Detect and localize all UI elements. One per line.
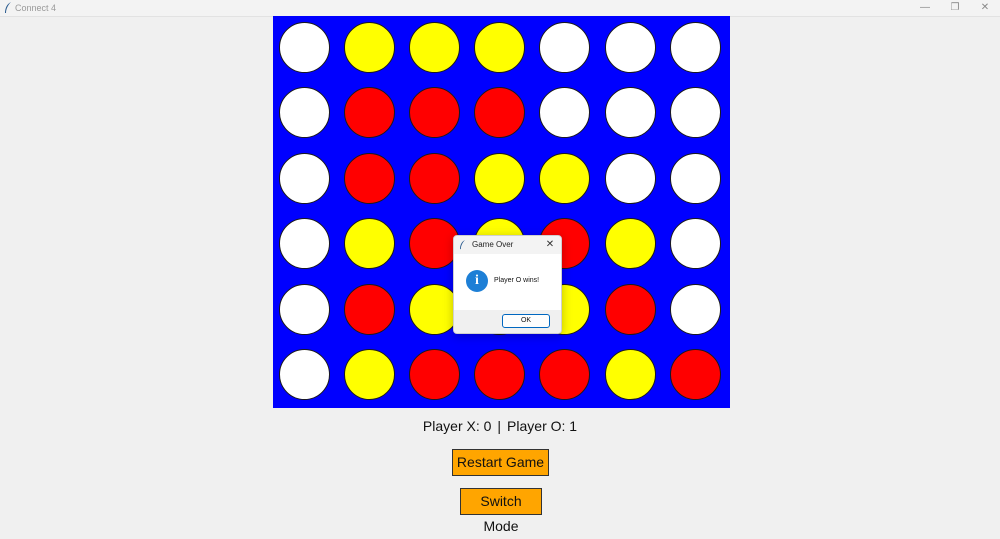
ok-button[interactable]: OK (502, 314, 550, 328)
board-cell-empty[interactable] (669, 283, 721, 335)
board-cell-red[interactable] (669, 349, 721, 400)
player-o-score: Player O: 1 (507, 418, 578, 434)
board-cell-yellow[interactable] (474, 152, 526, 204)
board-cell-empty[interactable] (669, 87, 721, 138)
restart-game-button[interactable]: Restart Game (452, 449, 549, 476)
board-cell-empty[interactable] (278, 21, 330, 73)
board-cell-yellow[interactable] (539, 152, 591, 204)
board-cell-red[interactable] (343, 283, 395, 335)
board-cell-yellow[interactable] (343, 21, 395, 73)
board-cell-red[interactable] (408, 152, 460, 204)
game-over-dialog: Game Over ✕ i Player O wins! OK (453, 235, 562, 334)
board-cell-red[interactable] (474, 349, 526, 400)
board-cell-empty[interactable] (278, 349, 330, 400)
feather-icon (5, 2, 11, 13)
board-cell-red[interactable] (343, 87, 395, 138)
board-cell-empty[interactable] (539, 87, 591, 138)
board-cell-red[interactable] (408, 87, 460, 138)
board-cell-empty[interactable] (604, 87, 656, 138)
dialog-message: Player O wins! (494, 277, 540, 284)
dialog-title: Game Over (472, 240, 514, 249)
restore-button[interactable]: ❐ (940, 0, 970, 16)
board-cell-empty[interactable] (539, 21, 591, 73)
board-cell-yellow[interactable] (343, 349, 395, 400)
board-cell-empty[interactable] (604, 21, 656, 73)
board-cell-empty[interactable] (278, 218, 330, 269)
board-cell-yellow[interactable] (604, 349, 656, 400)
dialog-body: i Player O wins! (454, 254, 561, 310)
board-cell-empty[interactable] (669, 218, 721, 269)
board-cell-empty[interactable] (278, 283, 330, 335)
window-titlebar: Connect 4 — ❐ ✕ (0, 0, 1000, 17)
board-cell-empty[interactable] (604, 152, 656, 204)
board-cell-yellow[interactable] (343, 218, 395, 269)
board-cell-empty[interactable] (669, 21, 721, 73)
board-cell-yellow[interactable] (408, 21, 460, 73)
scoreboard: Player X: 0 | Player O: 1 (350, 417, 650, 435)
board-cell-empty[interactable] (278, 87, 330, 138)
board-cell-red[interactable] (408, 349, 460, 400)
board-cell-yellow[interactable] (474, 21, 526, 73)
close-window-button[interactable]: ✕ (970, 0, 1000, 16)
game-board[interactable] (273, 16, 730, 408)
board-cell-empty[interactable] (278, 152, 330, 204)
board-cell-red[interactable] (539, 349, 591, 400)
player-x-score: Player X: 0 (422, 418, 492, 434)
minimize-button[interactable]: — (910, 0, 940, 16)
feather-icon (460, 240, 465, 250)
board-cell-red[interactable] (474, 87, 526, 138)
dialog-close-button[interactable]: ✕ (543, 238, 557, 252)
board-cell-red[interactable] (343, 152, 395, 204)
score-separator: | (497, 418, 502, 434)
info-icon: i (466, 270, 488, 292)
board-cell-empty[interactable] (669, 152, 721, 204)
window-title: Connect 4 (15, 3, 57, 13)
board-cell-red[interactable] (604, 283, 656, 335)
board-cell-yellow[interactable] (604, 218, 656, 269)
switch-mode-button[interactable]: Switch Mode (460, 488, 542, 534)
dialog-titlebar: Game Over ✕ (454, 236, 561, 254)
dialog-footer: OK (454, 310, 561, 333)
